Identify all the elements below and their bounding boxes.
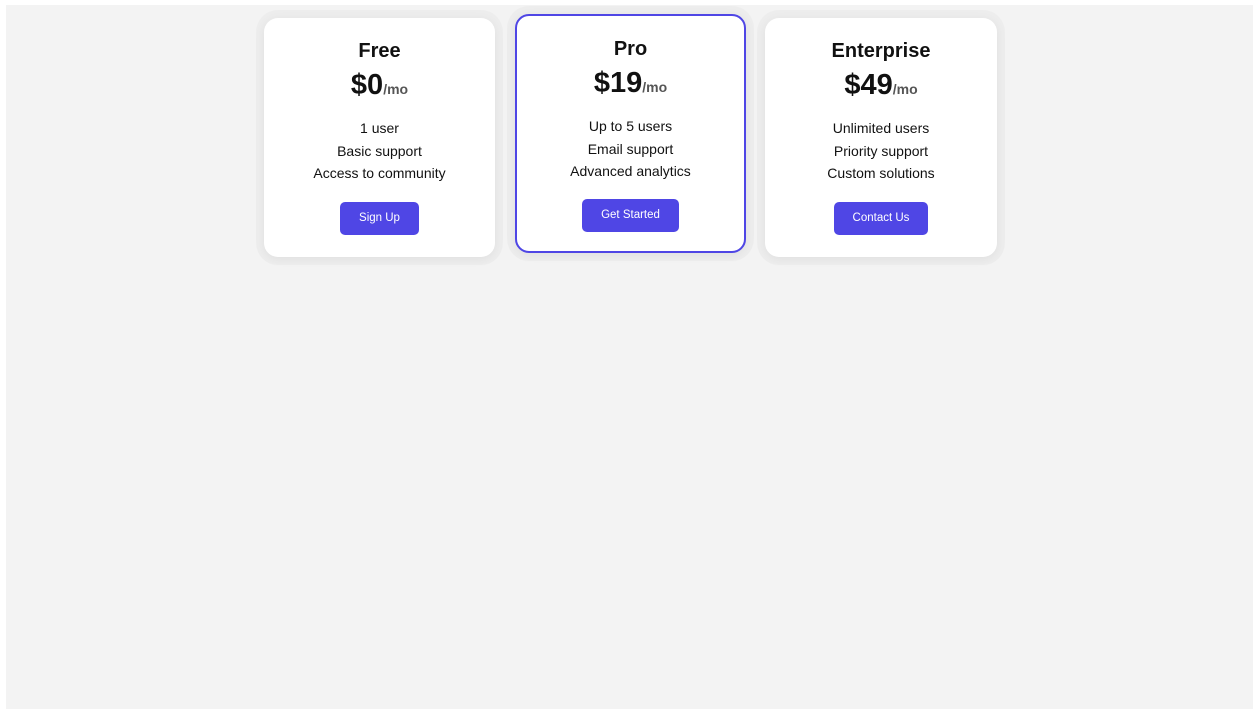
feature-list: 1 user Basic support Access to community	[264, 117, 495, 185]
contact-us-button[interactable]: Contact Us	[834, 202, 928, 235]
plan-name: Enterprise	[831, 40, 931, 62]
price-amount: $49	[844, 69, 893, 101]
feature-item: Advanced analytics	[570, 163, 691, 179]
plan-name: Free	[358, 40, 401, 62]
price-amount: $19	[593, 67, 643, 99]
pricing-card-enterprise: Enterprise $49/mo Unlimited users Priori…	[765, 18, 997, 257]
plan-name: Pro	[613, 38, 648, 60]
feature-item: Basic support	[337, 142, 422, 159]
price-unit: /mo	[892, 81, 918, 97]
feature-list: Up to 5 users Email support Advanced ana…	[517, 115, 744, 183]
page-background: Free $0/mo 1 user Basic support Access t…	[6, 5, 1253, 709]
pricing-card-free: Free $0/mo 1 user Basic support Access t…	[264, 18, 495, 257]
feature-item: Custom solutions	[827, 165, 935, 181]
plan-price: $19/mo	[517, 66, 744, 105]
price-amount: $0	[350, 69, 384, 101]
feature-item: 1 user	[360, 120, 399, 136]
plan-price: $49/mo	[765, 68, 997, 107]
price-unit: /mo	[642, 79, 668, 95]
get-started-button[interactable]: Get Started	[582, 199, 679, 232]
feature-item: Access to community	[313, 165, 446, 181]
feature-list: Unlimited users Priority support Custom …	[765, 117, 997, 185]
pricing-card-pro: Pro $19/mo Up to 5 users Email support A…	[515, 14, 746, 253]
price-unit: /mo	[383, 81, 409, 97]
feature-item: Up to 5 users	[588, 118, 673, 134]
sign-up-button[interactable]: Sign Up	[340, 202, 419, 235]
feature-item: Unlimited users	[832, 120, 930, 136]
plan-price: $0/mo	[264, 68, 495, 107]
feature-item: Email support	[587, 140, 674, 157]
feature-item: Priority support	[833, 142, 929, 159]
